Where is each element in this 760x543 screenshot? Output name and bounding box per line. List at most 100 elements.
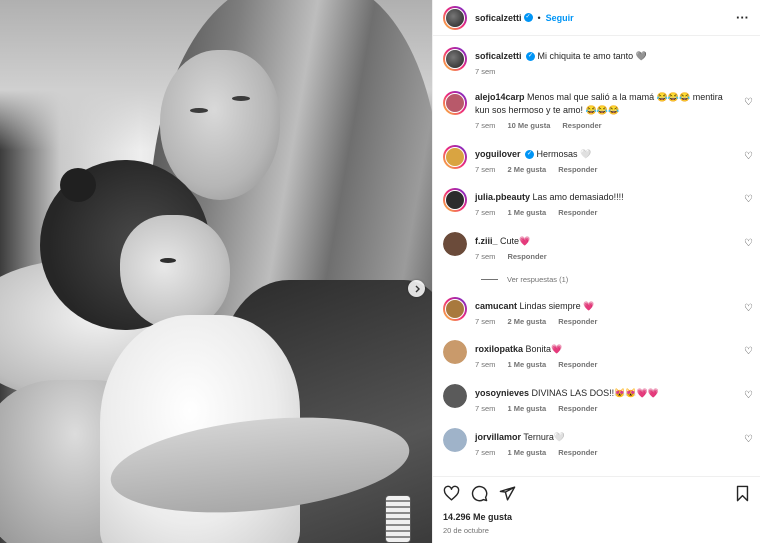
comment-meta: 7 sem 1 Me gusta Responder (475, 404, 731, 413)
comment-likes[interactable]: 10 Me gusta (507, 121, 550, 130)
likes-count[interactable]: 14.296 Me gusta (443, 512, 512, 522)
more-options-icon[interactable]: ··· (736, 10, 749, 25)
follow-button[interactable]: Seguir (546, 13, 574, 23)
caption-time[interactable]: 7 sem (475, 67, 495, 76)
post-photo[interactable] (0, 0, 432, 543)
avatar[interactable] (443, 340, 467, 364)
like-comment-heart-icon[interactable]: ♡ (744, 194, 753, 205)
post-actions: 14.296 Me gusta 20 de octubre (433, 476, 760, 543)
view-replies-button[interactable]: Ver respuestas (1) (481, 275, 568, 284)
author-username[interactable]: soficalzetti (475, 13, 522, 23)
separator-dot: • (537, 12, 541, 23)
comment-time[interactable]: 7 sem (475, 165, 495, 174)
comment-time[interactable]: 7 sem (475, 121, 495, 130)
comment-meta: 7 sem 10 Me gusta Responder (475, 121, 731, 130)
comment-body: Las amo demasiado!!!! (532, 192, 624, 202)
comment-body: Bonita💗 (525, 344, 563, 354)
avatar[interactable] (443, 232, 467, 256)
comment-row: camucant Lindas siempre 💗 7 sem 2 Me gus… (443, 297, 760, 326)
like-comment-heart-icon[interactable]: ♡ (744, 346, 753, 357)
reply-button[interactable]: Responder (558, 404, 597, 413)
comment-text: alejo14carp Menos mal que salió a la mam… (475, 91, 731, 117)
comment-row: julia.pbeauty Las amo demasiado!!!! 7 se… (443, 188, 760, 217)
post-date[interactable]: 20 de octubre (443, 526, 489, 535)
like-comment-heart-icon[interactable]: ♡ (744, 238, 753, 249)
comment-likes[interactable]: 1 Me gusta (507, 404, 546, 413)
comment-likes[interactable]: 1 Me gusta (507, 448, 546, 457)
avatar[interactable] (443, 297, 467, 321)
comments-list[interactable]: soficalzetti ✓ Mi chiquita te amo tanto … (433, 37, 760, 475)
avatar[interactable] (443, 47, 467, 71)
comment-time[interactable]: 7 sem (475, 252, 495, 261)
comment-meta: 7 sem 1 Me gusta Responder (475, 448, 731, 457)
avatar[interactable] (443, 5, 467, 30)
reply-button[interactable]: Responder (562, 121, 601, 130)
next-photo-button[interactable] (408, 280, 425, 297)
view-replies-label: Ver respuestas (1) (507, 275, 569, 284)
caption-body: Mi chiquita te amo tanto 🩶 (537, 51, 647, 61)
avatar[interactable] (443, 145, 467, 169)
caption-text: soficalzetti ✓ Mi chiquita te amo tanto … (475, 47, 731, 63)
comment-likes[interactable]: 1 Me gusta (507, 208, 546, 217)
photo-woman-eye (190, 108, 208, 113)
reply-button[interactable]: Responder (558, 165, 597, 174)
comment-time[interactable]: 7 sem (475, 317, 495, 326)
comment-likes[interactable]: 2 Me gusta (507, 317, 546, 326)
photo-woman-eye (232, 96, 250, 101)
avatar[interactable] (443, 188, 467, 212)
share-icon[interactable] (499, 485, 516, 502)
comment-body: Lindas siempre 💗 (519, 301, 595, 311)
like-comment-heart-icon[interactable]: ♡ (744, 390, 753, 401)
comment-text: camucant Lindas siempre 💗 (475, 297, 731, 313)
heart-icon[interactable] (443, 485, 460, 502)
comment-text: roxilopatka Bonita💗 (475, 340, 731, 356)
post-modal: soficalzetti ✓ • Seguir ··· soficalzetti… (0, 0, 760, 543)
comment-username[interactable]: yoguilover (475, 149, 521, 159)
reply-button[interactable]: Responder (558, 448, 597, 457)
avatar[interactable] (443, 91, 467, 115)
photo-child-eye (160, 258, 176, 263)
reply-button[interactable]: Responder (507, 252, 546, 261)
post-side-panel: soficalzetti ✓ • Seguir ··· soficalzetti… (432, 0, 760, 543)
comment-meta: 7 sem 1 Me gusta Responder (475, 360, 731, 369)
photo-woman-face (160, 50, 280, 200)
photo-child-bun (60, 168, 96, 202)
comment-time[interactable]: 7 sem (475, 360, 495, 369)
comment-username[interactable]: f.ziii_ (475, 236, 498, 246)
comment-likes[interactable]: 1 Me gusta (507, 360, 546, 369)
comment-username[interactable]: camucant (475, 301, 517, 311)
reply-button[interactable]: Responder (558, 208, 597, 217)
avatar[interactable] (443, 384, 467, 408)
avatar[interactable] (443, 428, 467, 452)
comment-time[interactable]: 7 sem (475, 448, 495, 457)
reply-button[interactable]: Responder (558, 317, 597, 326)
verified-icon: ✓ (523, 13, 533, 22)
comment-text: jorvillamor Ternura🤍 (475, 428, 731, 444)
comment-text: f.ziii_ Cute💗 (475, 232, 731, 248)
comment-icon[interactable] (471, 485, 488, 502)
comment-meta: 7 sem 2 Me gusta Responder (475, 317, 731, 326)
comment-time[interactable]: 7 sem (475, 404, 495, 413)
comment-username[interactable]: alejo14carp (475, 92, 525, 102)
comment-row: f.ziii_ Cute💗 7 sem Responder ♡ (443, 232, 760, 261)
comment-time[interactable]: 7 sem (475, 208, 495, 217)
comment-text: yoguilover ✓ Hermosas 🤍 (475, 145, 731, 161)
like-comment-heart-icon[interactable]: ♡ (744, 434, 753, 445)
comment-username[interactable]: julia.pbeauty (475, 192, 530, 202)
comment-username[interactable]: jorvillamor (475, 432, 521, 442)
comment-body: Ternura🤍 (523, 432, 566, 442)
reply-button[interactable]: Responder (558, 360, 597, 369)
comment-username[interactable]: yosoynieves (475, 388, 529, 398)
caption-username[interactable]: soficalzetti (475, 51, 522, 61)
comment-row: jorvillamor Ternura🤍 7 sem 1 Me gusta Re… (443, 428, 760, 457)
comment-likes[interactable]: 2 Me gusta (507, 165, 546, 174)
chevron-right-icon (415, 285, 420, 292)
comment-row: yosoynieves DIVINAS LAS DOS!!😻😻💗💗 7 sem … (443, 384, 760, 413)
bookmark-icon[interactable] (734, 485, 751, 502)
photo-watch (385, 495, 411, 543)
like-comment-heart-icon[interactable]: ♡ (744, 97, 753, 108)
comment-row: roxilopatka Bonita💗 7 sem 1 Me gusta Res… (443, 340, 760, 369)
comment-username[interactable]: roxilopatka (475, 344, 523, 354)
like-comment-heart-icon[interactable]: ♡ (744, 151, 753, 162)
like-comment-heart-icon[interactable]: ♡ (744, 303, 753, 314)
